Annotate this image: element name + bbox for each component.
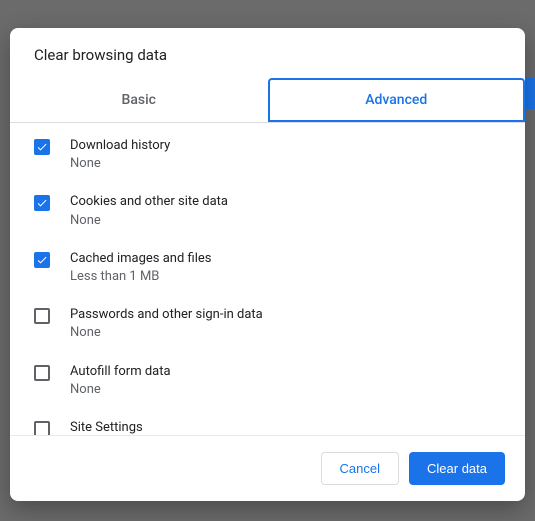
checkbox[interactable]	[34, 308, 50, 324]
item-subtext: None	[70, 324, 501, 342]
list-item: Cached images and filesLess than 1 MB	[10, 240, 525, 296]
item-subtext: None	[70, 212, 501, 230]
item-subtext: None	[70, 155, 501, 173]
dialog-title: Clear browsing data	[10, 28, 525, 78]
list-item: Download historyNone	[10, 127, 525, 183]
tab-advanced[interactable]: Advanced	[268, 78, 526, 122]
clear-data-button[interactable]: Clear data	[409, 452, 505, 485]
checkbox[interactable]	[34, 195, 50, 211]
item-content: Site SettingsNone	[70, 419, 501, 435]
dialog-footer: Cancel Clear data	[10, 435, 525, 501]
options-scroll-area[interactable]: Download historyNoneCookies and other si…	[10, 123, 525, 435]
tabs: Basic Advanced	[10, 78, 525, 123]
list-item: Cookies and other site dataNone	[10, 183, 525, 239]
item-content: Cached images and filesLess than 1 MB	[70, 250, 501, 286]
cancel-button[interactable]: Cancel	[321, 452, 399, 485]
item-content: Download historyNone	[70, 137, 501, 173]
item-label: Download history	[70, 137, 501, 155]
checkbox[interactable]	[34, 139, 50, 155]
check-icon	[36, 254, 48, 266]
item-content: Passwords and other sign-in dataNone	[70, 306, 501, 342]
item-subtext: None	[70, 381, 501, 399]
item-label: Passwords and other sign-in data	[70, 306, 501, 324]
checkbox[interactable]	[34, 252, 50, 268]
item-content: Cookies and other site dataNone	[70, 193, 501, 229]
list-item: Site SettingsNone	[10, 409, 525, 435]
tab-basic[interactable]: Basic	[10, 78, 268, 122]
item-subtext: Less than 1 MB	[70, 268, 501, 286]
checkbox[interactable]	[34, 421, 50, 435]
list-item: Passwords and other sign-in dataNone	[10, 296, 525, 352]
checkbox[interactable]	[34, 365, 50, 381]
item-label: Autofill form data	[70, 363, 501, 381]
item-content: Autofill form dataNone	[70, 363, 501, 399]
check-icon	[36, 141, 48, 153]
list-item: Autofill form dataNone	[10, 353, 525, 409]
item-label: Cookies and other site data	[70, 193, 501, 211]
item-label: Cached images and files	[70, 250, 501, 268]
clear-browsing-data-dialog: Clear browsing data Basic Advanced Downl…	[10, 28, 525, 501]
check-icon	[36, 197, 48, 209]
item-label: Site Settings	[70, 419, 501, 435]
